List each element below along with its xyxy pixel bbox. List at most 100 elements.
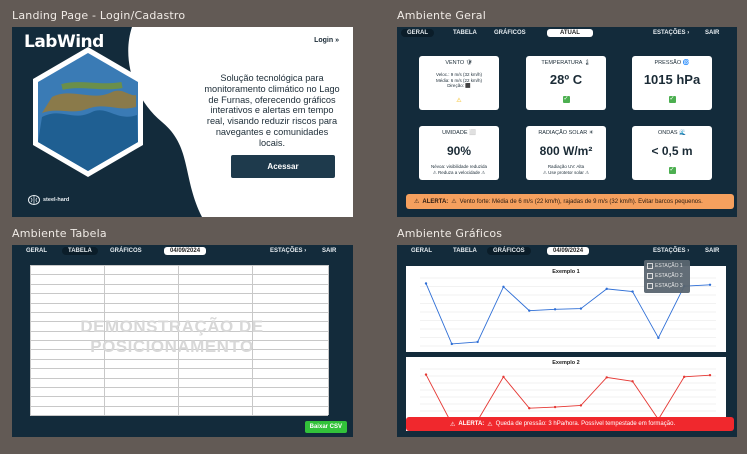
- data-point[interactable]: [450, 342, 454, 346]
- atual-button[interactable]: ATUAL: [547, 28, 593, 37]
- dropdown-option-2[interactable]: ESTAÇÃO 2: [647, 273, 683, 279]
- card-pressao: PRESSÃO 🌀 1015 hPa ✓: [632, 56, 712, 110]
- vento-line3: Direção: ⬛: [447, 83, 471, 88]
- data-point[interactable]: [553, 308, 557, 311]
- alert-text: Vento forte: Média de 6 m/s (22 km/h), r…: [459, 198, 703, 205]
- labwind-logo: LabWind: [24, 32, 104, 52]
- nav-geral[interactable]: GERAL: [411, 248, 432, 254]
- table-col-line: [328, 265, 329, 415]
- data-point[interactable]: [424, 282, 428, 285]
- nav-graficos[interactable]: GRÁFICOS: [487, 247, 531, 255]
- data-point[interactable]: [579, 404, 583, 407]
- estacoes-menu[interactable]: ESTAÇÕES ›: [653, 30, 689, 36]
- data-point[interactable]: [631, 380, 634, 383]
- card-temperatura: TEMPERATURA 🌡 28º C ✓: [526, 56, 606, 110]
- umidade-value: 90%: [446, 144, 472, 158]
- dropdown-option-3[interactable]: ESTAÇÃO 3: [647, 283, 683, 289]
- geral-panel: GERAL TABELA GRÁFICOS ATUAL ESTAÇÕES › S…: [397, 27, 737, 217]
- table-row-line: [30, 311, 328, 313]
- checkbox-icon: [647, 283, 653, 289]
- alert-label: ALERTA:: [422, 198, 449, 205]
- estacoes-menu[interactable]: ESTAÇÕES ›: [270, 248, 306, 254]
- tabela-panel: GERAL TABELA GRÁFICOS 04/09/2024 ESTAÇÕE…: [12, 245, 353, 437]
- table-row-line: [30, 358, 328, 360]
- data-point[interactable]: [708, 373, 712, 377]
- warning-icon: ⚠: [456, 97, 462, 104]
- data-point[interactable]: [502, 375, 505, 379]
- dropdown-label: ESTAÇÃO 1: [655, 263, 683, 269]
- baixar-csv-button[interactable]: Baixar CSV: [304, 421, 347, 433]
- estacoes-dropdown: ESTAÇÃO 1 ESTAÇÃO 2 ESTAÇÃO 3: [644, 260, 690, 293]
- date-picker[interactable]: 04/09/2024: [164, 246, 207, 255]
- temperatura-value: 28º C: [549, 72, 583, 87]
- dropdown-label: ESTAÇÃO 3: [655, 283, 683, 289]
- check-icon: ✓: [562, 96, 570, 103]
- vento-title: VENTO 🛡: [445, 60, 473, 66]
- card-umidade: UMIDADE ⬜ 90% Névoa: visibilidade reduzi…: [419, 126, 499, 180]
- table-col-line: [30, 265, 31, 415]
- data-point[interactable]: [476, 340, 479, 344]
- geral-nav: GERAL TABELA GRÁFICOS ATUAL ESTAÇÕES › S…: [397, 27, 737, 40]
- steel-hard-label: steel-hard: [43, 197, 70, 203]
- caption-landing: Landing Page - Login/Cadastro: [12, 9, 186, 22]
- brain-icon: [28, 195, 40, 205]
- graficos-nav: GERAL TABELA GRÁFICOS 04/09/2024 ESTAÇÕE…: [397, 245, 737, 258]
- radiacao-title: RADIAÇÃO SOLAR ☀: [538, 130, 594, 136]
- nav-geral[interactable]: GERAL: [401, 29, 434, 37]
- date-picker[interactable]: 04/09/2024: [547, 246, 590, 255]
- card-ondas: ONDAS 🌊 < 0,5 m ✓: [632, 126, 712, 180]
- landing-panel: LabWind Login » Solução tecnológica para…: [12, 27, 353, 217]
- login-link[interactable]: Login »: [314, 37, 339, 44]
- table-row-line: [30, 377, 328, 379]
- table-row-line: [30, 283, 328, 285]
- nav-tabela[interactable]: TABELA: [62, 247, 98, 255]
- estacoes-menu[interactable]: ESTAÇÕES ›: [653, 248, 689, 254]
- ondas-title: ONDAS 🌊: [658, 130, 686, 136]
- table-row-line: [30, 386, 328, 388]
- nav-tabela[interactable]: TABELA: [453, 248, 477, 254]
- data-point[interactable]: [682, 375, 686, 379]
- temperatura-title: TEMPERATURA 🌡: [541, 60, 591, 66]
- data-point[interactable]: [502, 285, 505, 289]
- alert-pressao: ⚠ ALERTA: ⚠ Queda de pressão: 3 hPa/hora…: [406, 417, 734, 431]
- data-point[interactable]: [605, 287, 608, 291]
- nav-sair[interactable]: SAIR: [705, 248, 719, 254]
- data-point[interactable]: [631, 290, 634, 293]
- landing-description: Solução tecnológica para monitoramento c…: [204, 73, 340, 148]
- table-row-line: [30, 396, 328, 398]
- nav-tabela[interactable]: TABELA: [453, 30, 477, 36]
- data-point[interactable]: [553, 405, 557, 409]
- umidade-line2: ⚠ Reduza a velocidade ⚠: [432, 169, 486, 175]
- data-point[interactable]: [605, 376, 608, 379]
- acessar-button[interactable]: Acessar: [231, 155, 335, 178]
- checkbox-icon: [647, 263, 653, 269]
- graficos-panel: GERAL TABELA GRÁFICOS 04/09/2024 ESTAÇÕE…: [397, 245, 737, 437]
- steel-hard-brand: steel-hard: [28, 195, 69, 205]
- nav-sair[interactable]: SAIR: [322, 248, 336, 254]
- data-point[interactable]: [708, 283, 712, 286]
- table-row-line: [30, 293, 328, 295]
- data-point[interactable]: [424, 373, 428, 376]
- alert-vento: ⚠ ALERTA: ⚠ Vento forte: Média de 6 m/s …: [406, 194, 734, 209]
- nav-graficos[interactable]: GRÁFICOS: [494, 30, 526, 36]
- nav-graficos[interactable]: GRÁFICOS: [110, 248, 142, 254]
- warning-icon: ⚠: [414, 199, 420, 205]
- checkbox-icon: [647, 273, 653, 279]
- data-point[interactable]: [528, 407, 531, 410]
- radiacao-line2: ⚠ Use protetor solar ⚠: [542, 169, 590, 175]
- dropdown-label: ESTAÇÃO 2: [655, 273, 683, 279]
- alert-label: ALERTA:: [458, 421, 485, 427]
- dropdown-option-1[interactable]: ESTAÇÃO 1: [647, 263, 683, 269]
- table-row-line: [30, 265, 328, 266]
- pressao-title: PRESSÃO 🌀: [654, 60, 690, 66]
- warning-icon: ⚠: [487, 421, 493, 428]
- watermark-text: DEMONSTRAÇÃO DE POSICIONAMENTO: [80, 317, 264, 356]
- nav-sair[interactable]: SAIR: [705, 30, 719, 36]
- table-row-line: [30, 302, 328, 304]
- table-row-line: [30, 405, 328, 407]
- nav-geral[interactable]: GERAL: [26, 248, 47, 254]
- data-point[interactable]: [528, 309, 531, 312]
- data-point[interactable]: [579, 307, 583, 310]
- card-radiacao: RADIAÇÃO SOLAR ☀ 800 W/m² Radiação UV: A…: [526, 126, 606, 180]
- data-point[interactable]: [657, 336, 660, 340]
